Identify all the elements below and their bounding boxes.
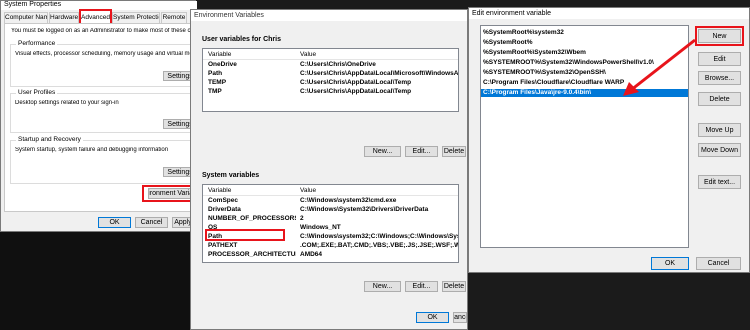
desktop-background bbox=[0, 232, 190, 330]
system-edit-button[interactable]: Edit... bbox=[405, 281, 438, 292]
system-delete-button[interactable]: Delete bbox=[442, 281, 466, 292]
variable-value: C:\Users\Chris\OneDrive bbox=[300, 61, 376, 68]
table-row[interactable]: ComSpec C:\Windows\system32\cmd.exe bbox=[203, 197, 458, 205]
variable-value: Windows_NT bbox=[300, 224, 341, 231]
variable-name: NUMBER_OF_PROCESSORS bbox=[208, 215, 296, 222]
table-row[interactable]: NUMBER_OF_PROCESSORS 2 bbox=[203, 215, 458, 223]
variable-column-header[interactable]: Variable bbox=[208, 187, 231, 194]
window-title: Edit environment variable bbox=[469, 8, 749, 19]
edit-button[interactable]: Edit bbox=[698, 52, 741, 66]
list-header: Variable Value bbox=[203, 49, 458, 60]
value-column-header[interactable]: Value bbox=[300, 187, 316, 194]
variable-name: TEMP bbox=[208, 79, 227, 86]
variable-name: OneDrive bbox=[208, 61, 237, 68]
user-profiles-group: User Profiles Desktop settings related t… bbox=[10, 89, 203, 133]
variable-value: C:\Users\Chris\AppData\Local\Temp bbox=[300, 79, 412, 86]
variable-column-header[interactable]: Variable bbox=[208, 51, 231, 58]
cancel-button[interactable]: Cancel bbox=[696, 257, 741, 270]
edit-environment-variable-window: Edit environment variable %SystemRoot%\s… bbox=[468, 7, 750, 273]
startup-recovery-group: Startup and Recovery System startup, sys… bbox=[10, 136, 203, 184]
table-row[interactable]: DriverData C:\Windows\System32\Drivers\D… bbox=[203, 206, 458, 214]
user-variables-list[interactable]: Variable Value OneDrive C:\Users\Chris\O… bbox=[202, 48, 459, 112]
value-column-header[interactable]: Value bbox=[300, 51, 316, 58]
system-new-button[interactable]: New... bbox=[364, 281, 401, 292]
browse-button[interactable]: Browse... bbox=[698, 71, 741, 85]
cancel-button[interactable]: Cancel bbox=[453, 312, 467, 323]
move-down-button[interactable]: Move Down bbox=[698, 143, 741, 157]
delete-button[interactable]: Delete bbox=[698, 92, 741, 106]
variable-value: C:\Users\Chris\AppData\Local\Temp bbox=[300, 88, 412, 95]
user-profiles-desc: Desktop settings related to your sign-in bbox=[15, 100, 119, 106]
startup-recovery-title: Startup and Recovery bbox=[16, 136, 83, 144]
admin-note: You must be logged on as an Administrato… bbox=[11, 28, 191, 34]
variable-name: PATHEXT bbox=[208, 242, 238, 249]
table-row[interactable]: PROCESSOR_ARCHITECTURE AMD64 bbox=[203, 251, 458, 259]
variable-value: AMD64 bbox=[300, 251, 323, 258]
table-row[interactable]: OneDrive C:\Users\Chris\OneDrive bbox=[203, 61, 458, 69]
system-variables-list[interactable]: Variable Value ComSpec C:\Windows\system… bbox=[202, 184, 459, 263]
system-variables-label: System variables bbox=[202, 172, 260, 179]
variable-value: .COM;.EXE;.BAT;.CMD;.VBS;.VBE;.JS;.JSE;.… bbox=[300, 242, 458, 249]
environment-variables-window: Environment Variables User variables for… bbox=[190, 9, 468, 330]
variable-name: ComSpec bbox=[208, 197, 238, 204]
user-profiles-title: User Profiles bbox=[16, 89, 58, 97]
ok-button[interactable]: OK bbox=[98, 217, 131, 228]
startup-recovery-desc: System startup, system failure and debug… bbox=[15, 147, 169, 153]
ok-button[interactable]: OK bbox=[416, 312, 449, 323]
user-variables-label: User variables for Chris bbox=[202, 36, 281, 43]
variable-value: C:\Windows\system32;C:\Windows;C:\Window… bbox=[300, 233, 458, 240]
move-up-button[interactable]: Move Up bbox=[698, 123, 741, 137]
table-row[interactable]: PATHEXT .COM;.EXE;.BAT;.CMD;.VBS;.VBE;.J… bbox=[203, 242, 458, 250]
performance-group: Performance Visual effects, processor sc… bbox=[10, 40, 203, 87]
user-edit-button[interactable]: Edit... bbox=[405, 146, 438, 157]
user-delete-button[interactable]: Delete bbox=[442, 146, 466, 157]
ok-button[interactable]: OK bbox=[651, 257, 689, 270]
variable-value: C:\Windows\System32\Drivers\DriverData bbox=[300, 206, 429, 213]
variable-value: C:\Windows\system32\cmd.exe bbox=[300, 197, 397, 204]
list-header: Variable Value bbox=[203, 185, 458, 196]
variable-value: C:\Users\Chris\AppData\Local\Microsoft\W… bbox=[300, 70, 458, 77]
user-new-button[interactable]: New... bbox=[364, 146, 401, 157]
edit-text-button[interactable]: Edit text... bbox=[698, 175, 741, 189]
window-title: Environment Variables bbox=[191, 10, 467, 21]
system-properties-window: System Properties Computer Name Hardware… bbox=[0, 0, 203, 232]
table-row[interactable]: TMP C:\Users\Chris\AppData\Local\Temp bbox=[203, 88, 458, 96]
table-row[interactable]: TEMP C:\Users\Chris\AppData\Local\Temp bbox=[203, 79, 458, 87]
variable-name: TMP bbox=[208, 88, 222, 95]
table-row[interactable]: Path C:\Users\Chris\AppData\Local\Micros… bbox=[203, 70, 458, 78]
variable-value: 2 bbox=[300, 215, 304, 222]
performance-title: Performance bbox=[16, 40, 58, 48]
variable-name: DriverData bbox=[208, 206, 241, 213]
advanced-tab-panel: You must be logged on as an Administrato… bbox=[4, 23, 203, 212]
highlight-path-row bbox=[205, 229, 285, 241]
variable-name: Path bbox=[208, 70, 223, 77]
red-arrow-icon bbox=[623, 38, 696, 96]
performance-desc: Visual effects, processor scheduling, me… bbox=[15, 51, 191, 57]
cancel-button[interactable]: Cancel bbox=[135, 217, 168, 228]
variable-name: PROCESSOR_ARCHITECTURE bbox=[208, 251, 296, 258]
highlight-new-button bbox=[695, 26, 744, 46]
